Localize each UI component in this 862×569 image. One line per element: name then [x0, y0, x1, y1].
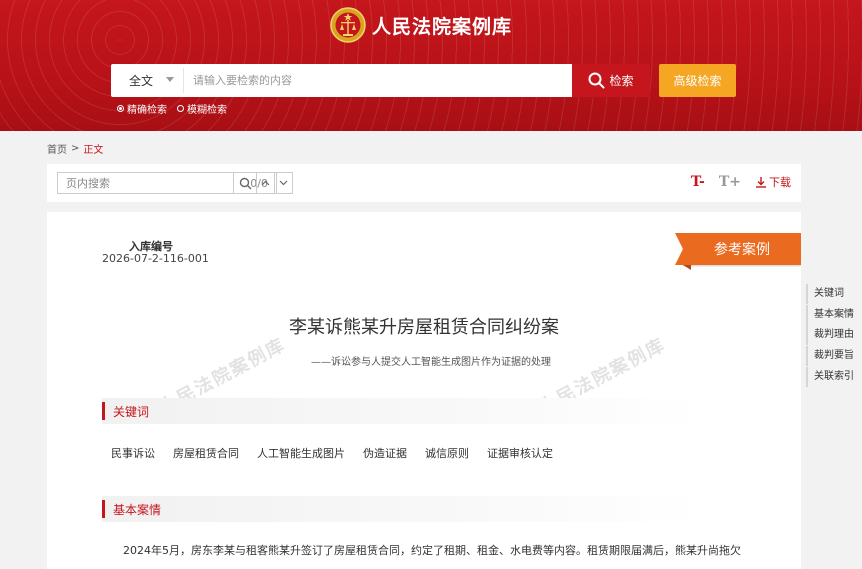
- keyword-item: 民事诉讼: [111, 447, 155, 460]
- section-title: 基本案情: [113, 502, 162, 517]
- download-icon: [756, 177, 766, 188]
- keyword-item: 诚信原则: [425, 447, 469, 460]
- site-logo[interactable]: 人民法院案例库: [330, 5, 512, 45]
- radio-checked-icon: [117, 105, 124, 112]
- sidenav-item-holding[interactable]: 裁判要旨: [806, 346, 862, 367]
- sidenav-item-related-index[interactable]: 关联索引: [806, 366, 862, 387]
- keyword-list: 民事诉讼 房屋租赁合同 人工智能生成图片 伪造证据 诚信原则 证据审核认定: [111, 445, 553, 461]
- radio-label: 模糊检索: [187, 105, 227, 116]
- divider: [183, 68, 184, 93]
- find-next-button[interactable]: [275, 172, 293, 194]
- chevron-up-icon: [261, 180, 270, 186]
- search-input[interactable]: [185, 64, 565, 97]
- section-title: 关键词: [113, 404, 150, 419]
- search-icon: [588, 72, 605, 89]
- section-keywords-heading: 关键词: [102, 398, 699, 424]
- chevron-down-icon: [166, 77, 174, 82]
- radio-unchecked-icon: [177, 105, 184, 112]
- radio-fuzzy-search[interactable]: 模糊检索: [177, 101, 227, 116]
- sidenav-item-reasoning[interactable]: 裁判理由: [806, 325, 862, 346]
- basic-facts-paragraph: 2024年5月，房东李某与租客熊某升签订了房屋租赁合同，约定了租期、租金、水电费…: [123, 544, 741, 557]
- search-icon: [239, 177, 251, 189]
- keyword-item: 证据审核认定: [487, 447, 553, 460]
- reference-case-label: 参考案例: [714, 242, 770, 258]
- section-basic-facts-heading: 基本案情: [102, 496, 699, 522]
- search-button[interactable]: 检索: [572, 64, 650, 97]
- breadcrumb-separator: >: [71, 143, 80, 154]
- toolbar-actions: T- T+ 下载: [691, 174, 791, 190]
- decrease-font-button[interactable]: T-: [691, 174, 705, 190]
- breadcrumb-home-link[interactable]: 首页: [47, 141, 67, 156]
- site-header: 人民法院案例库 全文 检索 高级检索 精确检索 模糊检索: [0, 0, 862, 131]
- increase-font-button[interactable]: T+: [719, 174, 741, 190]
- section-marker: [102, 402, 105, 420]
- case-title: 李某诉熊某升房屋租赁合同纠纷案: [289, 317, 559, 338]
- chevron-down-icon: [279, 180, 288, 186]
- keyword-item: 人工智能生成图片: [257, 447, 345, 460]
- case-document: 人民法院案例库 人民法院案例库 入库编号 2026-07-2-116-001 参…: [47, 212, 801, 569]
- reference-case-badge: 参考案例: [675, 233, 801, 270]
- breadcrumb-current: 正文: [83, 145, 104, 156]
- reader-toolbar: 0/0 T- T+ 下载: [47, 164, 801, 202]
- sidenav-item-keywords[interactable]: 关键词: [806, 284, 862, 304]
- court-emblem-icon: [330, 7, 366, 43]
- site-title: 人民法院案例库: [372, 15, 513, 38]
- download-button[interactable]: 下载: [755, 174, 791, 190]
- section-marker: [102, 500, 105, 518]
- registration-number: 2026-07-2-116-001: [102, 252, 209, 265]
- radio-label: 精确检索: [127, 105, 167, 116]
- section-navigator: 关键词 基本案情 裁判理由 裁判要旨 关联索引: [806, 284, 862, 387]
- in-page-search-button[interactable]: [233, 172, 257, 194]
- find-prev-button[interactable]: [257, 172, 275, 194]
- case-subtitle: ——诉讼参与人提交人工智能生成图片作为证据的处理: [311, 357, 551, 368]
- search-scope-label: 全文: [129, 74, 154, 88]
- search-mode-group: 精确检索 模糊检索: [117, 101, 227, 116]
- in-page-search-input[interactable]: [58, 176, 198, 190]
- breadcrumb: 首页 > 正文: [47, 141, 103, 156]
- keyword-item: 伪造证据: [363, 447, 407, 460]
- advanced-search-button[interactable]: 高级检索: [659, 64, 736, 97]
- search-button-label: 检索: [609, 74, 634, 88]
- download-label: 下载: [769, 176, 791, 189]
- keyword-item: 房屋租赁合同: [173, 447, 239, 460]
- in-page-search-controls: [233, 172, 293, 194]
- sidenav-item-basic-facts[interactable]: 基本案情: [806, 304, 862, 325]
- search-bar: 全文: [111, 64, 572, 97]
- radio-exact-search[interactable]: 精确检索: [117, 101, 167, 116]
